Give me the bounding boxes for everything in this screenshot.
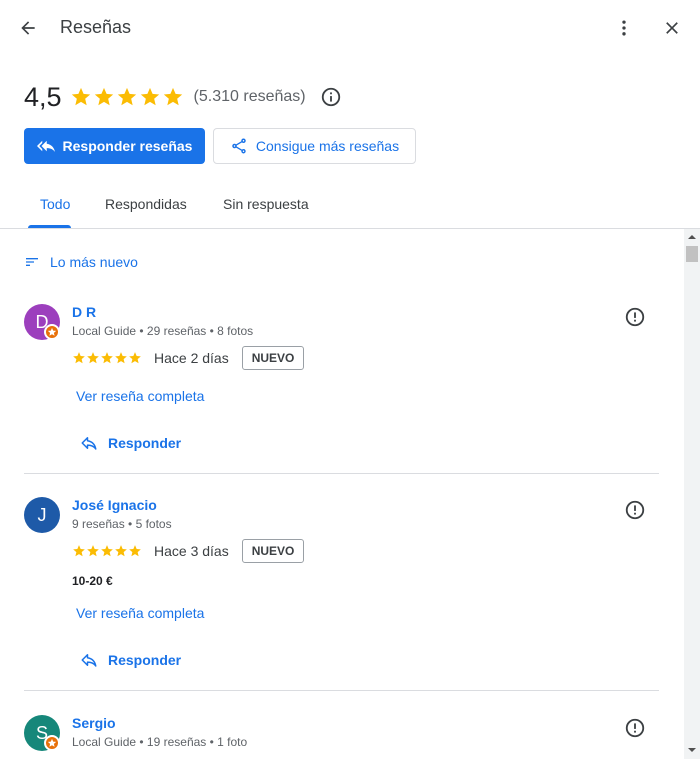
reply-icon [81,437,97,450]
reply-label: Responder [108,652,182,668]
star-icon [129,352,141,364]
report-icon [625,500,645,520]
page-title: Reseñas [60,17,132,37]
tab-todo[interactable]: Todo [40,188,70,228]
sort-icon [26,258,38,266]
reply-icon [81,654,97,667]
review-tabs: Todo Respondidas Sin respuesta [0,188,700,229]
read-full-review-link[interactable]: Ver reseña completa [76,388,204,404]
star-icon [73,352,85,364]
reply-button[interactable]: Responder [80,651,181,669]
scroll-down-arrow-icon[interactable] [688,746,696,754]
star-icon [115,545,127,557]
respond-reviews-label: Responder reseñas [62,138,193,154]
local-guide-badge-icon [44,735,60,751]
reviewer-name[interactable]: Sergio [72,715,116,731]
reviewer-name[interactable]: José Ignacio [72,497,157,513]
back-button[interactable] [12,12,44,44]
report-icon [625,307,645,327]
sort-button[interactable]: Lo más nuevo [24,254,138,270]
share-icon [232,138,246,154]
star-icon [73,545,85,557]
review-stars [72,544,142,558]
star-icon [117,87,136,106]
local-guide-badge-icon [44,324,60,340]
star-icon [163,87,182,106]
average-rating: 4,5 [24,81,62,112]
sort-label: Lo más nuevo [50,254,138,270]
review-date: Hace 2 días [154,350,229,366]
reply-all-icon [36,140,55,152]
review-rating-row: Hace 3 días NUEVO [72,539,305,563]
star-icon [87,545,99,557]
more-vertical-icon [622,20,626,36]
star-icon [101,352,113,364]
action-buttons: Responder reseñas Consigue más reseñas [24,128,416,164]
review-item: J José Ignacio 9 reseñas • 5 fotos Hace … [24,497,659,692]
avatar-initial: J [37,504,47,525]
close-icon [666,22,678,34]
report-button[interactable] [624,306,646,328]
more-options-button[interactable] [608,12,640,44]
review-divider [24,690,659,691]
tab-respondidas[interactable]: Respondidas [105,188,187,228]
review-stars [72,351,142,365]
reviews-list[interactable]: Lo más nuevo D D R Local Guide • 29 rese… [0,229,700,759]
star-icon [71,87,90,106]
report-button[interactable] [624,499,646,521]
new-badge: NUEVO [241,539,305,563]
active-tab-indicator [28,225,71,228]
star-icon [140,87,159,106]
avatar[interactable]: J [24,497,60,533]
reply-label: Responder [108,435,182,451]
review-divider [24,473,659,474]
dialog-header: Reseñas [0,0,700,56]
reviewer-meta: Local Guide • 19 reseñas • 1 foto [72,735,248,749]
tab-sin-respuesta[interactable]: Sin respuesta [223,188,309,228]
scrollbar-thumb[interactable] [686,246,698,262]
close-button[interactable] [656,12,688,44]
new-badge: NUEVO [241,346,305,370]
star-icon [87,352,99,364]
star-icon [115,352,127,364]
get-more-reviews-label: Consigue más reseñas [255,138,400,154]
get-more-reviews-button[interactable]: Consigue más reseñas [213,128,416,164]
reviewer-name[interactable]: D R [72,304,96,320]
reviewer-meta: Local Guide • 29 reseñas • 8 fotos [72,324,254,338]
review-item: S Sergio Local Guide • 19 reseñas • 1 fo… [24,715,659,759]
respond-reviews-button[interactable]: Responder reseñas [24,128,205,164]
scrollbar[interactable] [684,229,700,759]
star-icon [94,87,113,106]
read-full-review-link[interactable]: Ver reseña completa [76,605,204,621]
rating-summary: 4,5 (5.310 reseñas) [24,80,342,114]
star-icon [101,545,113,557]
arrow-left-icon [21,21,35,35]
star-icon [129,545,141,557]
review-item: D D R Local Guide • 29 reseñas • 8 fotos… [24,304,659,474]
info-icon[interactable] [320,86,342,108]
report-icon [625,718,645,738]
reply-button[interactable]: Responder [80,434,181,452]
review-count: (5.310 reseñas) [193,88,306,105]
scroll-up-arrow-icon[interactable] [688,233,696,241]
review-rating-row: Hace 2 días NUEVO [72,346,305,370]
reviewer-meta: 9 reseñas • 5 fotos [72,517,172,531]
price-range: 10-20 € [72,574,113,588]
review-date: Hace 3 días [154,543,229,559]
report-button[interactable] [624,717,646,739]
rating-stars [70,86,184,108]
